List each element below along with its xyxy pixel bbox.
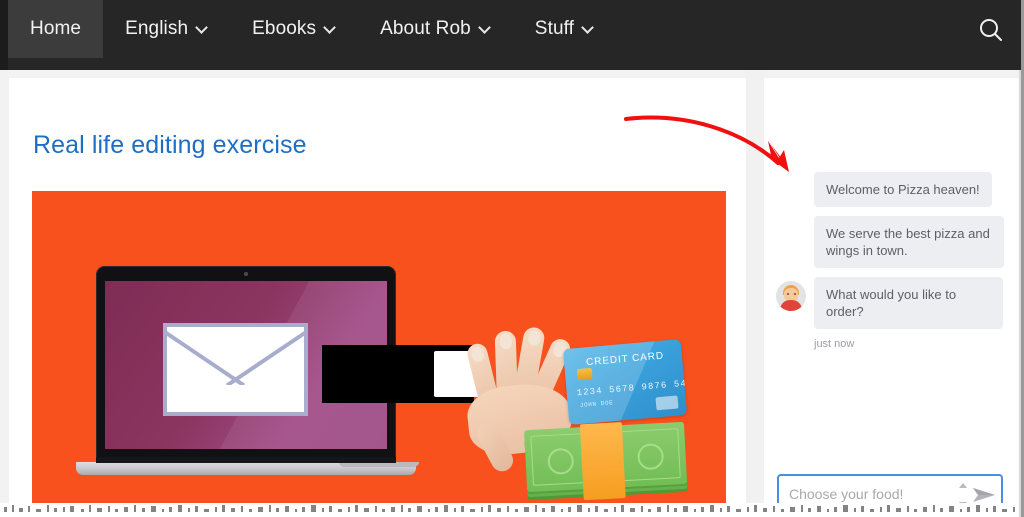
chat-widget: Welcome to Pizza heaven! We serve the be… xyxy=(764,148,1019,517)
money-stack xyxy=(524,421,688,508)
nav-item-label: Home xyxy=(30,18,82,39)
nav-items: Home English Ebooks About Rob Stuff xyxy=(8,0,616,58)
avatar xyxy=(776,281,806,311)
nav-item-about-rob[interactable]: About Rob xyxy=(358,0,513,58)
card-hologram xyxy=(655,395,679,411)
torn-bottom-edge xyxy=(0,503,1024,517)
chevron-down-icon xyxy=(325,22,336,33)
chevron-down-icon xyxy=(197,22,208,33)
top-navigation-bar: Home English Ebooks About Rob Stuff xyxy=(0,0,1024,70)
chat-timestamp: just now xyxy=(814,338,855,350)
chat-bubble: We serve the best pizza and wings in tow… xyxy=(814,216,1004,268)
window-frame-right-inner xyxy=(1019,70,1021,517)
chat-message-log: Welcome to Pizza heaven! We serve the be… xyxy=(764,148,1019,470)
avatar-slot xyxy=(776,277,814,311)
nav-item-label: About Rob xyxy=(380,18,471,39)
chevron-down-icon xyxy=(480,22,491,33)
resize-up-arrow xyxy=(959,483,967,488)
card-chip-icon xyxy=(576,367,593,381)
nav-item-label: English xyxy=(125,18,189,39)
avatar-eye xyxy=(787,293,789,295)
laptop-camera xyxy=(244,272,248,276)
avatar-eye xyxy=(794,293,796,295)
article-column: Real life editing exercise CREDIT CARD 1… xyxy=(9,78,746,517)
article-illustration: CREDIT CARD 1234 5678 9876 5432 JOHN DOE xyxy=(32,191,726,517)
nav-item-ebooks[interactable]: Ebooks xyxy=(230,0,358,58)
chat-message: What would you like to order? xyxy=(764,277,1019,329)
nav-item-english[interactable]: English xyxy=(103,0,230,58)
fingernail xyxy=(526,329,542,347)
chat-message: We serve the best pizza and wings in tow… xyxy=(764,216,1019,268)
nav-item-stuff[interactable]: Stuff xyxy=(513,0,616,58)
chat-input[interactable]: Choose your food! xyxy=(789,486,903,502)
nav-item-label: Ebooks xyxy=(252,18,317,39)
page-body: Real life editing exercise CREDIT CARD 1… xyxy=(0,70,1024,517)
chat-bubble: Welcome to Pizza heaven! xyxy=(814,172,992,207)
page-middle-gutter xyxy=(746,70,764,517)
page-top-strip xyxy=(9,70,1021,78)
page-left-gutter xyxy=(0,70,9,517)
laptop-hinge xyxy=(96,457,396,463)
fingernail xyxy=(499,333,512,350)
envelope-flap xyxy=(167,327,304,385)
avatar-body xyxy=(780,300,802,311)
envelope-icon xyxy=(163,323,308,416)
window-frame-left xyxy=(0,0,8,70)
fingernail xyxy=(469,345,486,364)
money-band xyxy=(579,422,626,501)
search-icon[interactable] xyxy=(974,14,1008,48)
nav-item-label: Stuff xyxy=(534,18,575,39)
browser-screenshot: Home English Ebooks About Rob Stuff Real… xyxy=(0,0,1024,517)
nav-item-home[interactable]: Home xyxy=(8,0,104,58)
chat-message: Welcome to Pizza heaven! xyxy=(764,172,1019,207)
chat-bubble: What would you like to order? xyxy=(814,277,1003,329)
credit-card: CREDIT CARD 1234 5678 9876 5432 JOHN DOE xyxy=(562,339,688,425)
chevron-down-icon xyxy=(583,22,594,33)
page-title: Real life editing exercise xyxy=(33,131,307,159)
